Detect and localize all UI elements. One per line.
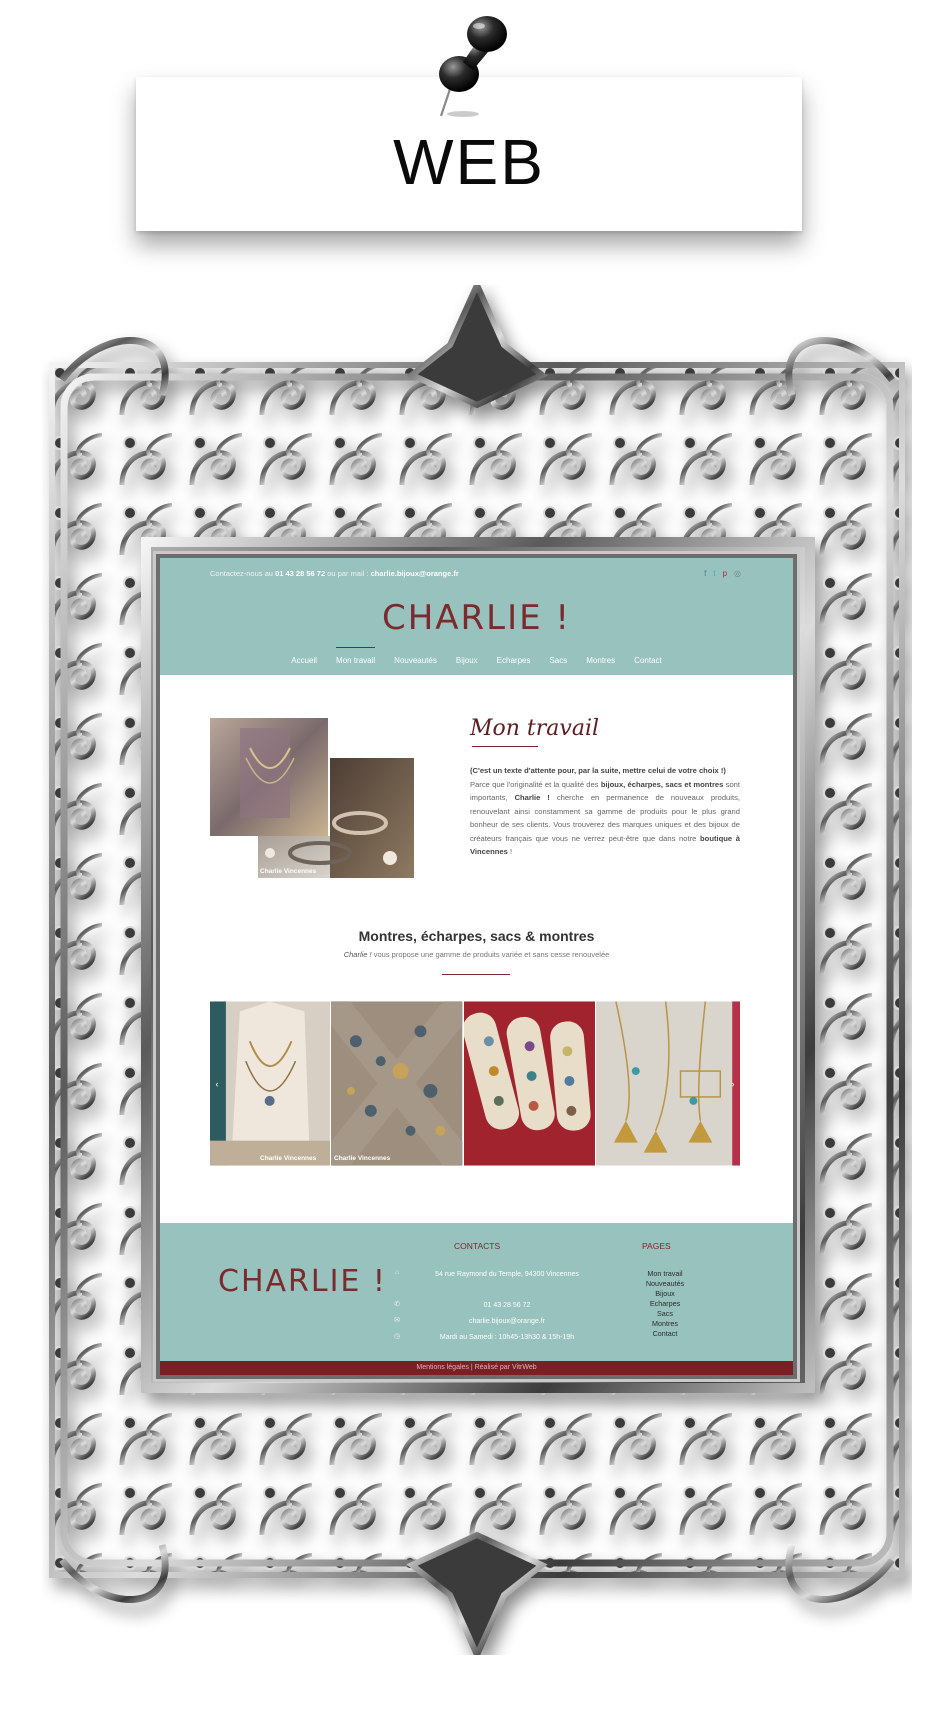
footer-link-sacs[interactable]: Sacs [630,1309,700,1319]
gallery-caption-2: Charlie Vincennes [334,1155,391,1162]
nav-nouveautes[interactable]: Nouveautés [394,654,437,665]
site-header: Contactez-nous au 01 43 28 56 72 ou par … [160,558,793,675]
footer-pages-list: Mon travail Nouveautés Bijoux Echarpes S… [630,1269,700,1339]
footer-link-echarpes[interactable]: Echarpes [630,1299,700,1309]
mon-travail-title: Mon travail [470,716,600,741]
footer-legal-text[interactable]: Mentions légales | Réalisé par VitrWeb [160,1364,793,1371]
main-nav: Accueil Mon travail Nouveautés Bijoux Ec… [160,647,793,665]
footer-link-nouveautes[interactable]: Nouveautés [630,1279,700,1289]
contact-prefix: Contactez-nous au [210,569,273,578]
footer-link-contact[interactable]: Contact [630,1329,700,1339]
gallery-photo-earrings[interactable] [330,1001,463,1166]
product-gallery-carousel[interactable]: Charlie Vincennes Charlie Vincennes ‹ › [210,1001,740,1166]
instagram-icon[interactable]: ◎ [734,569,741,578]
nav-bijoux[interactable]: Bijoux [456,654,478,665]
gallery-photo-necklaces[interactable] [210,1001,331,1166]
carousel-next-arrow[interactable]: › [728,1079,738,1089]
banner-title: WEB [393,126,545,198]
phone-icon: ✆ [394,1301,400,1308]
footer-link-mon-travail[interactable]: Mon travail [630,1269,700,1279]
products-section-title: Montres, écharpes, sacs & montres [358,928,595,944]
footer-phone: ✆ 01 43 28 56 72 [392,1300,602,1311]
nav-sacs[interactable]: Sacs [549,654,567,665]
facebook-icon[interactable]: f [704,569,706,578]
nav-montres[interactable]: Montres [586,654,615,665]
header-phone-link[interactable]: 01 43 28 56 72 [275,569,325,578]
footer-link-bijoux[interactable]: Bijoux [630,1289,700,1299]
pushpin-icon [439,16,507,117]
header-contact-line: Contactez-nous au 01 43 28 56 72 ou par … [210,569,459,578]
footer-contacts-heading: CONTACTS [454,1241,501,1251]
carousel-prev-arrow[interactable]: ‹ [212,1079,222,1089]
site-footer: CHARLIE ! CONTACTS PAGES ⌂ 54 rue Raymon… [160,1223,793,1361]
footer-link-montres[interactable]: Montres [630,1319,700,1329]
footer-bottom-bar: Mentions légales | Réalisé par VitrWeb [160,1361,793,1375]
mon-travail-text: (C'est un texte d'attente pour, par la s… [470,766,740,856]
jewelry-collage-photo [210,718,414,878]
nav-contact[interactable]: Contact [634,654,662,665]
section-divider [442,974,510,975]
twitter-icon[interactable]: t [713,569,715,578]
site-logo[interactable]: CHARLIE ! [160,598,793,638]
footer-email: ✉ charlie.bijoux@orange.fr [392,1316,602,1327]
envelope-icon: ✉ [394,1317,400,1324]
nav-mon-travail[interactable]: Mon travail [336,647,376,665]
gallery-photo-ginkgo-necklaces[interactable] [594,1001,740,1166]
gallery-caption-1: Charlie Vincennes [260,1155,317,1162]
website-screenshot: Contactez-nous au 01 43 28 56 72 ou par … [160,558,793,1375]
contact-mid: ou par mail : [327,569,369,578]
products-section-subtitle: Charlie ! vous propose une gamme de prod… [343,950,610,959]
home-icon: ⌂ [394,1269,400,1276]
title-underline [472,746,538,747]
gallery-photo-rings[interactable] [462,1001,595,1166]
social-links: f t p ◎ [704,569,741,578]
pinterest-icon[interactable]: p [723,569,727,578]
clock-icon: ◷ [393,1333,401,1340]
nav-accueil[interactable]: Accueil [291,654,317,665]
header-email-link[interactable]: charlie.bijoux@orange.fr [371,569,459,578]
footer-logo[interactable]: CHARLIE ! [218,1264,387,1299]
footer-pages-heading: PAGES [642,1241,671,1251]
nav-echarpes[interactable]: Echarpes [497,654,531,665]
collage-caption: Charlie Vincennes [260,868,317,875]
footer-hours: ◷ Mardi au Samedi : 10h45-13h30 & 15h-19… [393,1333,575,1341]
footer-address: ⌂ 54 rue Raymond du Temple, 94300 Vincen… [392,1269,602,1280]
